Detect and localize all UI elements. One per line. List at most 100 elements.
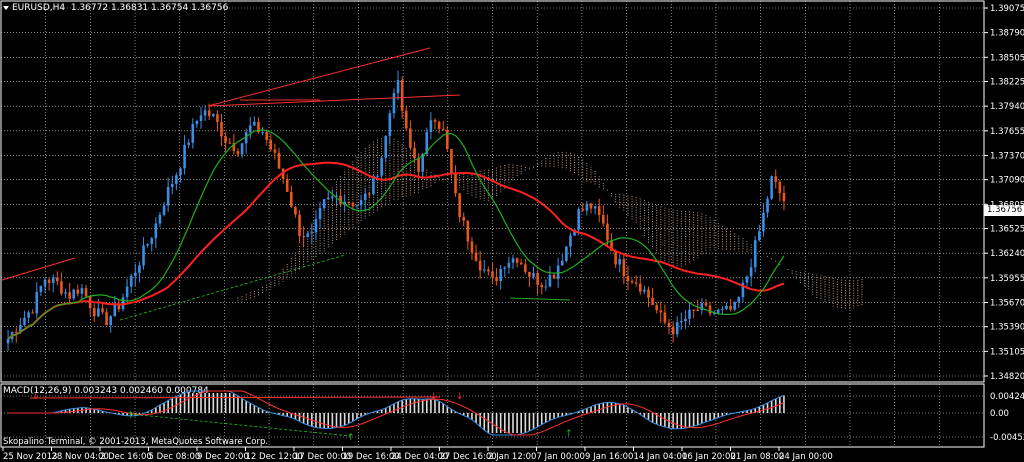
time-axis-label: 7 Jan 00:00	[537, 452, 585, 462]
candle	[84, 284, 88, 297]
candle-body	[482, 269, 486, 271]
candle	[532, 266, 535, 280]
macd-axis-label: 0.00	[990, 409, 1009, 419]
candle	[585, 201, 589, 216]
candle-body	[203, 110, 207, 116]
candle-body	[663, 312, 667, 323]
candle	[368, 192, 371, 198]
candle-body	[638, 283, 642, 292]
price-chart[interactable]: ↑ ↑ ↑ ↓ ↓ ↓ 1.39075 1.38790 1.38505 1.38225 1.379…	[0, 0, 1024, 462]
divergence-arrow-icon: ↑	[127, 411, 135, 421]
support-line	[509, 297, 571, 301]
candle	[503, 265, 507, 278]
candle-body	[290, 191, 293, 207]
candle-body	[507, 262, 511, 268]
time-axis-label: 14 Jan 04:00	[634, 452, 688, 462]
candle	[704, 299, 708, 308]
candle-body	[236, 150, 240, 155]
candle-body	[322, 199, 326, 209]
candle-body	[704, 303, 708, 306]
candle	[626, 266, 630, 291]
candle-body	[240, 143, 244, 155]
candle	[667, 319, 671, 335]
candle-body	[27, 312, 30, 318]
candle	[183, 134, 186, 175]
candle-body	[659, 310, 663, 313]
candle	[310, 223, 314, 244]
candle	[253, 116, 256, 126]
candle	[134, 263, 137, 286]
price-axis-label: 1.37940	[990, 102, 1024, 112]
candle	[6, 329, 10, 351]
price-axis-label: 1.36240	[990, 249, 1024, 259]
candle-body	[191, 124, 195, 143]
candle	[175, 172, 178, 191]
candle	[129, 273, 133, 294]
price-axis-label: 1.38505	[990, 53, 1024, 63]
price-axis-label: 1.39075	[990, 4, 1024, 14]
candle-body	[39, 285, 43, 293]
candle	[766, 196, 769, 218]
candle-body	[158, 214, 162, 224]
candle-body	[97, 308, 100, 317]
candle	[347, 201, 351, 206]
candle-body	[622, 259, 626, 277]
candle	[388, 109, 392, 145]
candle-body	[618, 259, 622, 265]
candle-body	[569, 235, 572, 247]
candle	[92, 303, 96, 322]
candle-body	[606, 223, 609, 241]
candle	[733, 301, 736, 312]
candle	[528, 271, 531, 287]
candle-body	[409, 128, 412, 148]
candle-body	[540, 284, 544, 288]
candle-body	[216, 114, 219, 122]
candle	[88, 295, 92, 316]
candle-body	[589, 203, 593, 209]
price-axis-label: 1.36525	[990, 225, 1024, 235]
candle-body	[35, 292, 39, 314]
candle	[643, 285, 646, 295]
candle	[753, 235, 757, 273]
candle	[602, 205, 605, 227]
candle	[203, 104, 207, 121]
candle-body	[396, 79, 400, 94]
time-axis-label: 9 Jan 16:00	[585, 452, 633, 462]
candle-body	[548, 274, 552, 287]
candle	[244, 128, 248, 154]
candlesticks	[6, 70, 786, 351]
candle	[515, 257, 519, 268]
candle	[68, 282, 71, 305]
candle	[80, 283, 84, 300]
price-axis-label: 1.37370	[990, 151, 1024, 161]
candle-body	[56, 277, 59, 282]
macd-trend-line	[29, 396, 441, 399]
candle	[314, 210, 318, 241]
candle-body	[478, 260, 482, 271]
candle-body	[380, 157, 383, 176]
candle	[113, 295, 117, 317]
candle	[257, 117, 260, 134]
candle	[51, 274, 55, 293]
price-axis-label: 1.35105	[990, 347, 1024, 357]
candle-body	[23, 317, 26, 325]
candle	[240, 142, 244, 159]
candle	[125, 278, 129, 303]
candle-body	[745, 276, 749, 283]
candle	[154, 217, 158, 249]
candle-body	[524, 264, 527, 272]
candle-body	[716, 310, 720, 313]
candle	[72, 288, 76, 301]
candle-body	[68, 292, 71, 299]
candle-body	[597, 206, 601, 215]
candle-body	[593, 206, 597, 209]
candle	[491, 262, 494, 285]
candle	[454, 165, 457, 197]
candle	[770, 175, 773, 201]
candle-body	[310, 232, 314, 234]
candle	[302, 226, 305, 247]
candle	[758, 224, 761, 242]
candle-body	[154, 223, 158, 239]
candle-body	[134, 272, 137, 277]
candle-body	[392, 93, 396, 114]
